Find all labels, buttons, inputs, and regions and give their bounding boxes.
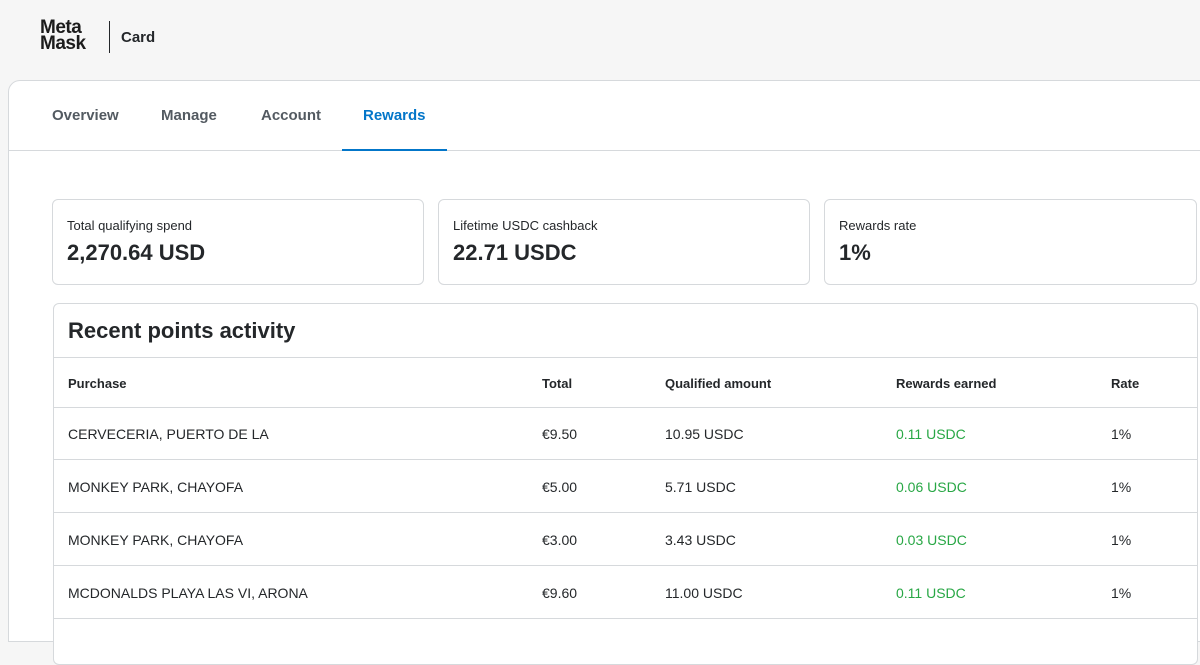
- column-header-rate: Rate: [1111, 376, 1140, 391]
- total-cell: €9.50: [542, 426, 578, 442]
- rate-cell: 1%: [1111, 532, 1132, 548]
- main-panel: Overview Manage Account Rewards Total qu…: [8, 80, 1200, 665]
- tab-rewards[interactable]: Rewards: [342, 81, 446, 151]
- total-cell: €3.00: [542, 532, 578, 548]
- qualified-cell: 10.95 USDC: [665, 426, 744, 442]
- activity-title: Recent points activity: [68, 318, 296, 343]
- logo-line-2: Mask: [40, 33, 86, 54]
- column-header-total: Total: [542, 376, 573, 391]
- purchase-cell: CERVECERIA, PUERTO DE LA: [68, 426, 269, 442]
- column-header-purchase: Purchase: [68, 376, 127, 391]
- earned-cell: 0.03 USDC: [896, 532, 967, 548]
- stat-card-lifetime-cashback: Lifetime USDC cashback 22.71 USDC: [438, 199, 810, 285]
- table-row[interactable]: MONKEY PARK, CHAYOFA €5.00 5.71 USDC 0.0…: [54, 460, 1197, 513]
- column-header-qualified: Qualified amount: [665, 376, 772, 391]
- stat-label: Total qualifying spend: [67, 218, 193, 233]
- table-header: Purchase Total Qualified amount Rewards …: [54, 357, 1197, 408]
- qualified-cell: 5.71 USDC: [665, 479, 736, 495]
- metamask-logo[interactable]: Meta Mask: [40, 18, 100, 54]
- stat-label: Rewards rate: [839, 218, 917, 233]
- stat-label: Lifetime USDC cashback: [453, 218, 598, 233]
- table-row[interactable]: CERVECERIA, PUERTO DE LA €9.50 10.95 USD…: [54, 407, 1197, 460]
- rate-cell: 1%: [1111, 585, 1132, 601]
- earned-cell: 0.06 USDC: [896, 479, 967, 495]
- product-name: Card: [121, 29, 156, 46]
- stat-card-rewards-rate: Rewards rate 1%: [824, 199, 1197, 285]
- total-cell: €5.00: [542, 479, 578, 495]
- tab-manage[interactable]: Manage: [161, 81, 217, 150]
- tab-account[interactable]: Account: [261, 81, 321, 150]
- stat-card-total-spend: Total qualifying spend 2,270.64 USD: [52, 199, 424, 285]
- tab-bar: Overview Manage Account Rewards: [9, 81, 1200, 151]
- recent-activity-card: Recent points activity Purchase Total Qu…: [53, 303, 1198, 665]
- table-row[interactable]: MONKEY PARK, CHAYOFA €3.00 3.43 USDC 0.0…: [54, 513, 1197, 566]
- table-row[interactable]: MCDONALDS PLAYA LAS VI, ARONA €9.60 11.0…: [54, 566, 1197, 619]
- purchase-cell: MONKEY PARK, CHAYOFA: [68, 479, 244, 495]
- logo-divider: [109, 21, 110, 53]
- total-cell: €9.60: [542, 585, 578, 601]
- purchase-cell: MONKEY PARK, CHAYOFA: [68, 532, 244, 548]
- top-bar: Meta Mask Card: [0, 0, 1200, 80]
- stat-value: 2,270.64 USD: [67, 240, 206, 265]
- rate-cell: 1%: [1111, 479, 1132, 495]
- column-header-earned: Rewards earned: [896, 376, 997, 391]
- stat-value: 1%: [839, 240, 871, 265]
- qualified-cell: 3.43 USDC: [665, 532, 736, 548]
- stat-value: 22.71 USDC: [453, 240, 577, 265]
- purchase-cell: MCDONALDS PLAYA LAS VI, ARONA: [68, 585, 308, 601]
- qualified-cell: 11.00 USDC: [665, 585, 743, 601]
- earned-cell: 0.11 USDC: [896, 585, 966, 601]
- earned-cell: 0.11 USDC: [896, 426, 966, 442]
- tab-overview[interactable]: Overview: [52, 81, 119, 150]
- rate-cell: 1%: [1111, 426, 1132, 442]
